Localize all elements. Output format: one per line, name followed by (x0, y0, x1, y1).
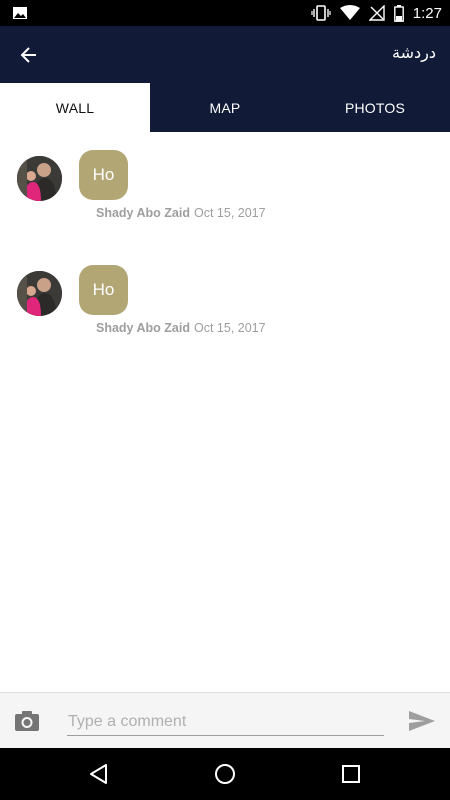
message-meta: Shady Abo Zaid Oct 15, 2017 (96, 321, 266, 335)
screen: 1:27 دردشة WALL MAP PHOTOS Ho Shady Abo … (0, 0, 450, 800)
wifi-icon (339, 5, 360, 20)
tab-bar: WALL MAP PHOTOS (0, 83, 450, 132)
message-bubble[interactable]: Ho (79, 150, 128, 200)
nav-back-icon[interactable] (87, 762, 111, 786)
no-signal-icon (368, 5, 385, 21)
message-author: Shady Abo Zaid (96, 206, 190, 220)
comment-input[interactable] (67, 709, 384, 736)
avatar[interactable] (17, 271, 62, 316)
battery-icon (393, 4, 404, 22)
system-nav-bar (0, 748, 450, 800)
message-author: Shady Abo Zaid (96, 321, 190, 335)
status-icons: 1:27 (311, 3, 442, 23)
camera-icon[interactable] (14, 709, 40, 733)
tab-wall[interactable]: WALL (0, 83, 150, 132)
image-icon (13, 7, 27, 19)
avatar-photo-icon (17, 271, 62, 316)
message-bubble[interactable]: Ho (79, 265, 128, 315)
nav-home-icon[interactable] (213, 762, 237, 786)
message-meta: Shady Abo Zaid Oct 15, 2017 (96, 206, 266, 220)
message-date: Oct 15, 2017 (194, 206, 266, 220)
tab-map[interactable]: MAP (150, 83, 300, 132)
comment-composer (0, 692, 450, 749)
send-icon[interactable] (408, 710, 436, 732)
message-date: Oct 15, 2017 (194, 321, 266, 335)
status-bar: 1:27 (0, 0, 450, 26)
app-bar: دردشة (0, 26, 450, 83)
avatar-photo-icon (17, 156, 62, 201)
back-button[interactable] (14, 40, 44, 70)
vibrate-icon (311, 5, 331, 21)
tab-photos[interactable]: PHOTOS (300, 83, 450, 132)
back-arrow-icon (20, 47, 36, 63)
avatar[interactable] (17, 156, 62, 201)
message-item: Ho Shady Abo Zaid Oct 15, 2017 (0, 132, 450, 232)
message-item: Ho Shady Abo Zaid Oct 15, 2017 (0, 247, 450, 347)
status-time: 1:27 (412, 4, 442, 22)
nav-recents-icon[interactable] (339, 762, 363, 786)
page-title: دردشة (392, 43, 436, 62)
